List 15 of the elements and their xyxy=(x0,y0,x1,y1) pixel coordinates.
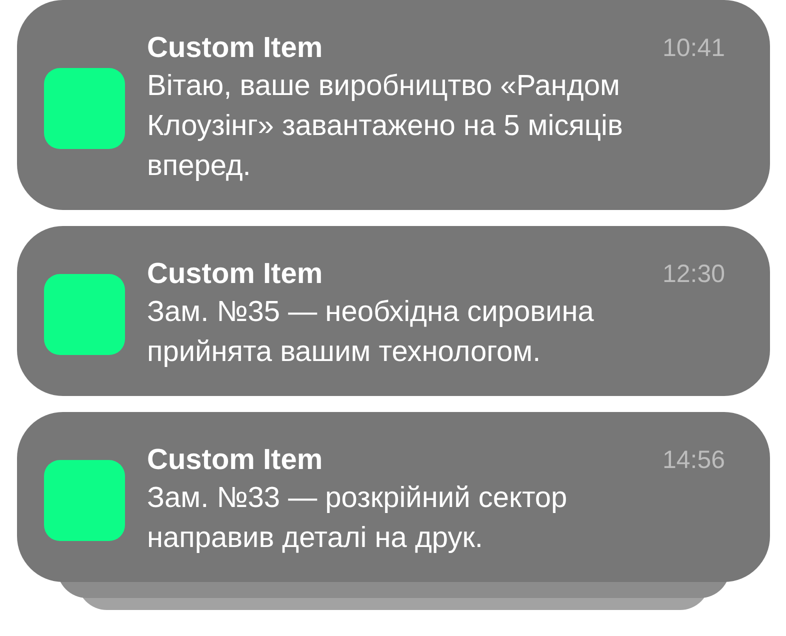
notification-time: 14:56 xyxy=(662,446,725,474)
notification-card[interactable]: Custom Item 10:41 Вітаю, ваше виробництво «Рандом Клоузінг» завантажено на 5 місяців вперед. xyxy=(17,0,770,210)
notification-title: Custom Item xyxy=(147,444,323,476)
app-icon xyxy=(44,460,125,540)
app-icon xyxy=(44,68,125,148)
notification-time: 12:30 xyxy=(662,260,725,288)
notification-card[interactable]: Custom Item 14:56 Зам. №33 — розкрійний сектор направив деталі на друк. xyxy=(17,412,770,582)
app-icon xyxy=(44,274,125,354)
notification-title: Custom Item xyxy=(147,258,323,290)
notification-message: Зам. №33 — розкрійний сектор направив деталі на друк. xyxy=(147,481,568,556)
notification-message: Зам. №35 — необхідна сировина прийнята вашим технологом. xyxy=(147,295,595,370)
notification-card[interactable]: Custom Item 12:30 Зам. №35 — необхідна сировина прийнята вашим технологом. xyxy=(17,226,770,396)
notification-time: 10:41 xyxy=(662,34,725,62)
notification-title: Custom Item xyxy=(147,32,323,64)
notification-message: Вітаю, ваше виробництво «Рандом Клоузінг» завантажено на 5 місяців вперед. xyxy=(147,69,624,184)
